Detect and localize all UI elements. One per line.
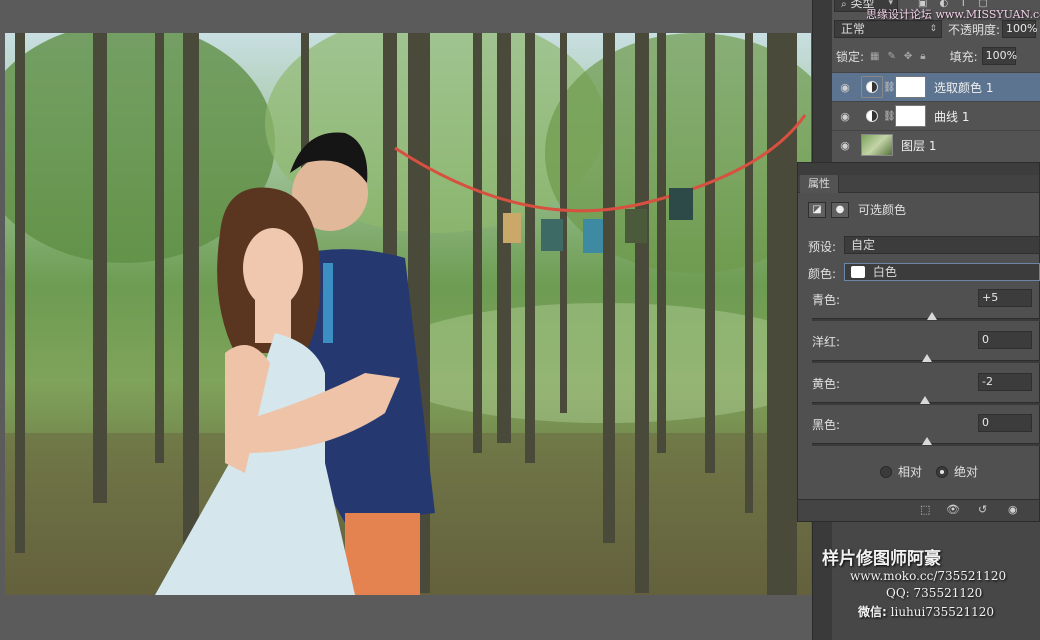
slider-value-input[interactable]: +5 bbox=[978, 289, 1032, 307]
preset-value: 自定 bbox=[851, 238, 876, 252]
method-radio-group: 相对 绝对 bbox=[880, 463, 992, 480]
slider-label: 洋红: bbox=[812, 335, 841, 349]
slider-thumb[interactable] bbox=[922, 437, 932, 445]
layer-row-selective-color[interactable]: ◉ ⛓︎ 选取颜色 1 bbox=[832, 72, 1040, 101]
chevron-updown-icon: ⇕ bbox=[929, 24, 937, 34]
radio-dot bbox=[880, 465, 892, 478]
properties-footer: ⬚ 👁︎ ↺ ◉ bbox=[798, 499, 1039, 521]
blend-opacity-row: 正常 ⇕ 不透明度: 100% bbox=[832, 20, 1040, 38]
radio-label: 相对 bbox=[898, 465, 923, 479]
clip-to-layer-icon[interactable]: ⬚ bbox=[920, 503, 930, 516]
search-icon: ⌕ bbox=[841, 0, 847, 10]
document-canvas[interactable] bbox=[0, 0, 812, 640]
visibility-eye-icon[interactable]: ◉ bbox=[832, 110, 858, 123]
credit-title: 样片修图师阿豪 bbox=[822, 549, 941, 569]
mask-icon[interactable]: ● bbox=[831, 201, 849, 218]
slider-thumb[interactable] bbox=[926, 312, 937, 320]
lock-move-icon[interactable]: ✥ bbox=[904, 51, 912, 62]
preset-dropdown[interactable]: 自定 bbox=[844, 236, 1040, 254]
adjustment-layer-icon bbox=[861, 105, 883, 127]
fill-label: 填充: bbox=[949, 49, 978, 64]
credit-website: www.moko.cc/735521120 bbox=[850, 569, 1007, 583]
layer-mask-thumbnail[interactable] bbox=[895, 76, 926, 98]
slider-label: 青色: bbox=[812, 293, 841, 307]
radio-relative[interactable]: 相对 bbox=[880, 463, 922, 480]
photo-illustration bbox=[5, 33, 811, 595]
color-value: 白色 bbox=[872, 265, 897, 279]
credit-wechat-label: 微信: bbox=[858, 605, 887, 619]
link-chain-icon[interactable]: ⛓︎ bbox=[883, 111, 896, 122]
fill-input[interactable]: 100% bbox=[981, 47, 1017, 65]
color-dropdown[interactable]: 白色 bbox=[844, 263, 1040, 281]
color-label: 颜色: bbox=[808, 267, 837, 281]
radio-label: 绝对 bbox=[954, 465, 979, 479]
adjustment-layer-icon bbox=[861, 76, 883, 98]
layer-image-thumbnail bbox=[861, 134, 893, 156]
opacity-input[interactable]: 100% bbox=[1002, 20, 1038, 38]
visibility-eye-icon[interactable]: ◉ bbox=[832, 81, 858, 94]
slider-thumb[interactable] bbox=[919, 396, 930, 404]
site-watermark: 思缘设计论坛 www.MISSYUAN.com bbox=[866, 8, 1040, 21]
wedding-photo[interactable] bbox=[5, 33, 811, 595]
credit-wechat: 微信: liuhui735521120 bbox=[858, 603, 994, 620]
credit-qq: QQ: 735521120 bbox=[886, 586, 983, 600]
layer-mask-thumbnail[interactable] bbox=[895, 105, 926, 127]
lock-fill-row: 锁定: ▦ ✎ ✥ 🔒︎ 填充: 100% bbox=[832, 47, 1040, 65]
adjustment-header: ◪ ● 可选颜色 bbox=[808, 201, 906, 218]
radio-absolute[interactable]: 绝对 bbox=[936, 463, 978, 480]
slider-value-input[interactable]: 0 bbox=[978, 414, 1032, 432]
lock-all-icon[interactable]: 🔒︎ bbox=[920, 51, 925, 62]
tab-properties[interactable]: 属性 bbox=[800, 175, 839, 193]
panel-tabs: 属性 bbox=[798, 175, 1039, 193]
selective-color-icon: ◪ bbox=[808, 201, 826, 218]
slider-value-input[interactable]: -2 bbox=[978, 373, 1032, 391]
slider-thumb[interactable] bbox=[922, 354, 932, 362]
lock-label: 锁定: bbox=[836, 49, 865, 64]
blend-mode-dropdown[interactable]: 正常 ⇕ bbox=[834, 20, 942, 38]
properties-panel: 属性 ◪ ● 可选颜色 预设: 自定 颜色: 白色 青色: +5 洋红: 0 黄… bbox=[797, 162, 1040, 522]
credit-wechat-value: liuhui735521120 bbox=[890, 605, 995, 619]
slider-label: 黄色: bbox=[812, 377, 841, 391]
layer-row-curves[interactable]: ◉ ⛓︎ 曲线 1 bbox=[832, 101, 1040, 130]
link-chain-icon[interactable]: ⛓︎ bbox=[883, 82, 896, 93]
slider-value-input[interactable]: 0 bbox=[978, 331, 1032, 349]
slider-label: 黑色: bbox=[812, 418, 841, 432]
blend-mode-value: 正常 bbox=[841, 22, 866, 36]
preset-label: 预设: bbox=[808, 240, 837, 254]
toggle-visibility-icon[interactable]: ◉ bbox=[1008, 503, 1018, 516]
adjustment-title: 可选颜色 bbox=[858, 203, 907, 217]
lock-brush-icon[interactable]: ✎ bbox=[888, 51, 896, 62]
reset-icon[interactable]: ↺ bbox=[978, 503, 987, 516]
radio-dot-selected bbox=[936, 465, 949, 478]
layer-name[interactable]: 图层 1 bbox=[901, 137, 936, 154]
panel-title-bar[interactable] bbox=[798, 163, 1039, 175]
layer-name[interactable]: 选取颜色 1 bbox=[934, 79, 993, 96]
view-previous-icon[interactable]: 👁︎ bbox=[946, 503, 960, 516]
opacity-label: 不透明度: bbox=[948, 22, 1001, 37]
visibility-eye-icon[interactable]: ◉ bbox=[832, 139, 858, 152]
layer-name[interactable]: 曲线 1 bbox=[934, 108, 969, 125]
layer-row-image[interactable]: ◉ 图层 1 bbox=[832, 130, 1040, 159]
color-swatch bbox=[851, 266, 865, 278]
lock-transparency-icon[interactable]: ▦ bbox=[870, 51, 879, 62]
